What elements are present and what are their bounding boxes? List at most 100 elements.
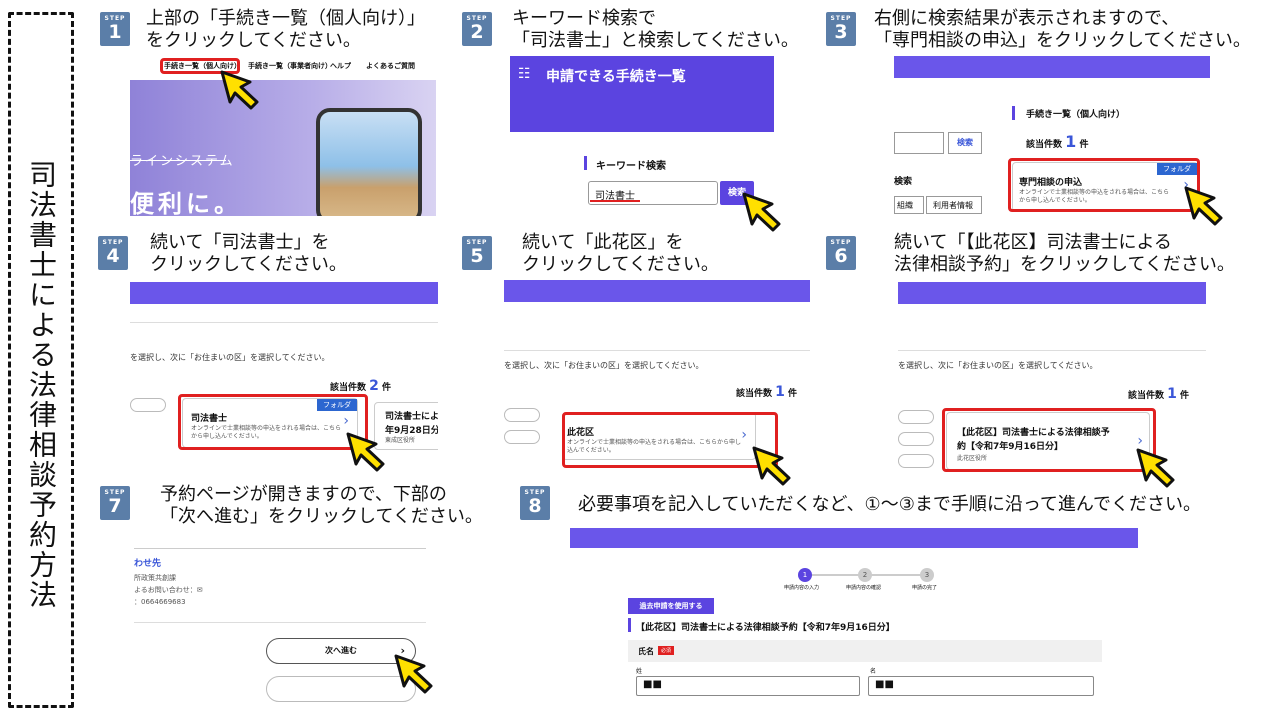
step-3-badge: STEP 3 — [826, 12, 856, 46]
count-label: 該当件数 — [330, 383, 367, 393]
card-date: 年9月28日分】 — [385, 426, 438, 436]
instruction-text: を選択し、次に「お住まいの区」を選択してください。 — [504, 361, 704, 370]
section-title: 手続き一覧（個人向け） — [1026, 110, 1126, 120]
search-button[interactable]: 検索 — [948, 132, 982, 154]
progress-step-label: 申請の完了 — [912, 585, 938, 591]
result-count: 該当件数 1 件 — [1128, 386, 1189, 402]
nav-help[interactable]: ヘルプ — [330, 61, 351, 71]
pointer-arrow-icon — [220, 70, 259, 110]
top-banner — [570, 528, 1138, 548]
step-8-badge: STEP 8 — [520, 486, 550, 520]
contact-line-1: 所政策共創課 — [134, 574, 176, 582]
filter-chip[interactable] — [898, 454, 934, 468]
pointer-arrow-icon — [394, 654, 433, 694]
divider — [504, 350, 810, 351]
step-5-highlight — [562, 412, 778, 468]
left-section-label: 検索 — [894, 177, 913, 187]
step-2-instruction: キーワード検索で 「司法書士」と検索してください。 — [512, 8, 799, 51]
form-title: 【此花区】司法書士による法律相談予約【令和7年9月16日分】 — [636, 623, 895, 633]
count-value: 1 — [775, 384, 785, 400]
count-unit: 件 — [788, 389, 798, 399]
pointer-arrow-icon — [742, 192, 781, 232]
top-banner — [894, 56, 1210, 78]
last-name-input[interactable]: ■■ — [636, 676, 860, 696]
progress-step-label: 申請内容の確認 — [846, 585, 882, 591]
count-unit: 件 — [382, 383, 392, 393]
step-3-instruction: 右側に検索結果が表示されますので、 「専門相談の申込」をクリックしてください。 — [874, 8, 1251, 51]
count-label: 該当件数 — [1026, 140, 1063, 150]
step-6-highlight — [942, 408, 1156, 472]
step-7-screenshot: わせ先 所政策共創課 よるお問い合わせ：✉ ：0664669683 次へ進む › — [134, 548, 426, 708]
step-number: 2 — [470, 21, 484, 43]
count-value: 2 — [369, 378, 379, 394]
required-badge: 必須 — [658, 646, 675, 655]
result-count: 該当件数 2 件 — [330, 378, 391, 394]
filter-chip[interactable] — [504, 408, 540, 422]
step-6-instruction: 続いて「【此花区】司法書士による 法律相談予約」をクリックしてください。 — [894, 232, 1235, 275]
result-count: 該当件数 1 件 — [736, 384, 797, 400]
nav-business[interactable]: 手続き一覧（事業者向け） — [248, 61, 332, 71]
pointer-arrow-icon — [1136, 448, 1175, 488]
keyword-section-title: キーワード検索 — [596, 161, 666, 172]
step-number: 5 — [470, 245, 484, 267]
step-number: 8 — [528, 495, 542, 517]
top-banner — [898, 282, 1206, 304]
step-1-badge: STEP 1 — [100, 12, 130, 46]
filter-chip[interactable] — [898, 432, 934, 446]
step-2-screenshot: ☷ 申請できる手続き一覧 キーワード検索 司法書士 検索 — [510, 56, 774, 216]
phone-illustration — [316, 108, 422, 216]
top-banner — [504, 280, 810, 302]
contact-line-2: よるお問い合わせ：✉ — [134, 586, 203, 594]
divider — [898, 350, 1206, 351]
card-title: 司法書士によ — [385, 412, 438, 422]
step-number: 7 — [108, 495, 122, 517]
card-office: 東成区役所 — [385, 437, 416, 444]
section-bar — [1012, 106, 1015, 120]
first-name-label: 名 — [870, 668, 877, 675]
divider — [134, 548, 426, 549]
count-unit: 件 — [1180, 391, 1190, 401]
step-8-screenshot: 1 申請内容の入力 2 申請内容の確認 3 申請の完了 過去申請を使用する 【此… — [570, 528, 1138, 712]
instruction-text: を選択し、次に「お住まいの区」を選択してください。 — [130, 353, 330, 362]
step-8-instruction: 必要事項を記入していただくなど、①～③まで手順に沿って進んでください。 — [578, 494, 1202, 515]
list-header-title: 申請できる手続き一覧 — [546, 69, 686, 85]
top-banner — [130, 282, 438, 304]
tab-user-info[interactable]: 利用者情報 — [926, 196, 982, 214]
step-5-badge: STEP 5 — [462, 236, 492, 270]
name-label: 氏名 — [638, 647, 654, 656]
keyword-input[interactable] — [894, 132, 944, 154]
page-title: 司法書士による法律相談予約方法 — [25, 160, 58, 610]
step-7-badge: STEP 7 — [100, 486, 130, 520]
contact-line-3: ：0664669683 — [134, 598, 186, 606]
filter-chip[interactable] — [504, 430, 540, 444]
step-7-instruction: 予約ページが開きますので、下部の 「次へ進む」をクリックしてください。 — [160, 484, 483, 527]
document-icon: ☷ — [518, 66, 531, 82]
step-4-highlight — [178, 394, 368, 450]
instruction-text: を選択し、次に「お住まいの区」を選択してください。 — [898, 361, 1098, 370]
step-4-instruction: 続いて「司法書士」を クリックしてください。 — [150, 232, 347, 275]
progress-step-number: 1 — [798, 568, 812, 582]
hero-banner: ラインシステム 便利に。 — [130, 80, 436, 216]
count-value: 1 — [1065, 132, 1077, 151]
progress-step-number: 3 — [920, 568, 934, 582]
pointer-arrow-icon — [1184, 186, 1223, 226]
step-4-badge: STEP 4 — [98, 236, 128, 270]
step-1-screenshot: 手続き一覧（個人向け） 手続き一覧（事業者向け） ヘルプ よくあるご質問 ライン… — [130, 56, 436, 216]
filter-chip[interactable] — [898, 410, 934, 424]
result-count: 該当件数 1 件 — [1026, 132, 1088, 151]
first-name-input[interactable]: ■■ — [868, 676, 1094, 696]
count-label: 該当件数 — [736, 389, 773, 399]
filter-chip[interactable] — [130, 398, 166, 412]
step-3-highlight — [1008, 158, 1200, 212]
hero-text-2: 便利に。 — [130, 190, 242, 216]
step-number: 3 — [834, 21, 848, 43]
nav-faq[interactable]: よくあるご質問 — [366, 61, 415, 71]
divider — [130, 322, 438, 323]
pointer-arrow-icon — [752, 446, 791, 486]
tab-organization[interactable]: 組織 — [894, 196, 924, 214]
section-bar — [584, 156, 587, 170]
step-1-instruction: 上部の「手続き一覧（個人向け）」 をクリックしてください。 — [146, 8, 425, 51]
pointer-arrow-icon — [346, 432, 385, 472]
use-past-application-button[interactable]: 過去申請を使用する — [628, 598, 714, 614]
section-bar — [628, 618, 631, 632]
